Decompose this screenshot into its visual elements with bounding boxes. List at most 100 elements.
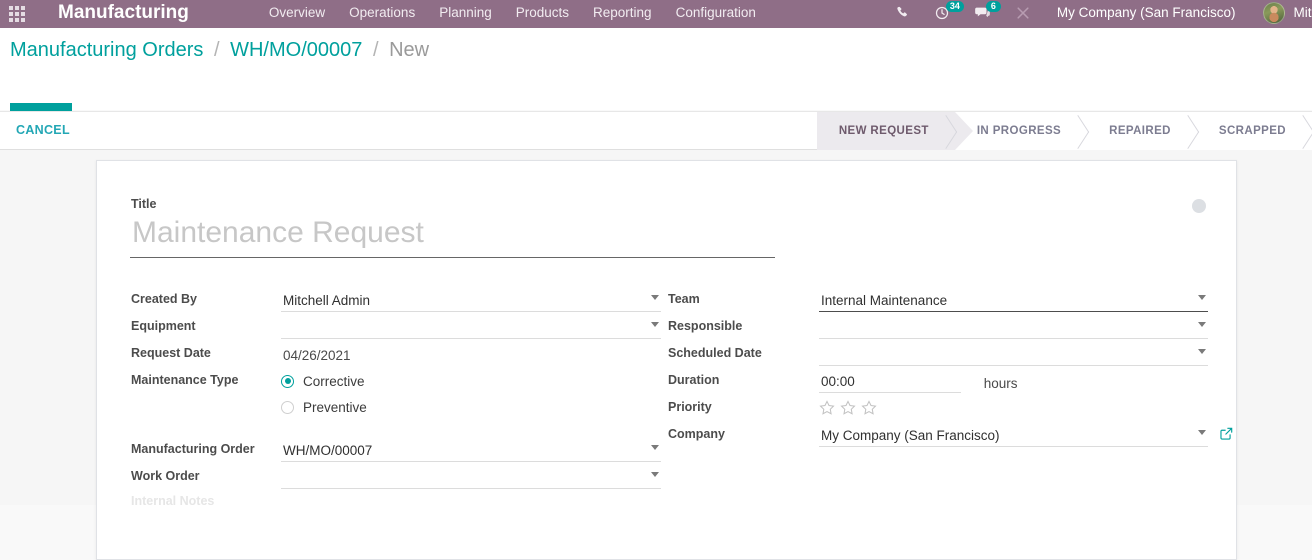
wrench-tools-icon[interactable]: [1016, 6, 1030, 20]
priority-label: Priority: [668, 400, 712, 414]
cancel-button[interactable]: CANCEL: [16, 123, 70, 137]
request-date-field: 04/26/2021: [281, 341, 661, 366]
star-icon-1[interactable]: [819, 400, 835, 416]
menu-item-products[interactable]: Products: [504, 5, 581, 20]
breadcrumb: Manufacturing Orders / WH/MO/00007 / New: [10, 39, 429, 62]
scheduled-date-label: Scheduled Date: [668, 346, 762, 360]
duration-field: 00:00 hours: [819, 368, 1208, 393]
star-icon-2[interactable]: [840, 400, 856, 416]
field-responsible: Responsible: [668, 314, 1208, 341]
current-user-label[interactable]: Mitchell Admin: [1293, 5, 1312, 20]
created-by-label: Created By: [131, 292, 197, 306]
work-order-label: Work Order: [131, 469, 200, 483]
chevron-down-icon[interactable]: [1198, 295, 1206, 300]
field-company: Company My Company (San Francisco): [668, 422, 1233, 449]
radio-option-corrective[interactable]: Corrective: [281, 368, 661, 394]
stage-new-request[interactable]: NEW REQUEST: [816, 112, 973, 150]
equipment-field[interactable]: [281, 314, 661, 339]
title-label: Title: [131, 197, 157, 211]
message-count-badge: 6: [985, 0, 1001, 12]
field-request-date: Request Date 04/26/2021: [131, 341, 661, 368]
internal-notes-label: Internal Notes: [131, 494, 215, 508]
phone-icon[interactable]: [896, 6, 909, 19]
scheduled-date-field[interactable]: [819, 341, 1208, 366]
field-manufacturing-order: Manufacturing Order WH/MO/00007: [131, 437, 661, 464]
radio-preventive-icon[interactable]: [281, 400, 294, 414]
external-link-icon[interactable]: [1220, 427, 1233, 443]
control-panel: Manufacturing Orders / WH/MO/00007 / New…: [0, 28, 1312, 131]
breadcrumb-separator: /: [372, 39, 379, 61]
field-equipment: Equipment: [131, 314, 661, 341]
maintenance-type-field: Corrective Preventive: [281, 368, 661, 420]
radio-corrective-label: Corrective: [303, 373, 365, 389]
activity-count-badge: 34: [945, 0, 964, 12]
maintenance-type-label: Maintenance Type: [131, 373, 239, 387]
team-value: Internal Maintenance: [819, 291, 1208, 312]
duration-label: Duration: [668, 373, 720, 387]
menu-item-reporting[interactable]: Reporting: [581, 5, 664, 20]
chevron-down-icon[interactable]: [1198, 430, 1206, 435]
field-work-order: Work Order: [131, 464, 661, 491]
breadcrumb-parent[interactable]: WH/MO/00007: [230, 39, 362, 61]
app-brand-title: Manufacturing: [58, 1, 189, 23]
scheduled-date-value: [819, 345, 1208, 366]
team-field[interactable]: Internal Maintenance: [819, 287, 1208, 312]
equipment-label: Equipment: [131, 319, 196, 333]
current-company-label[interactable]: My Company (San Francisco): [1057, 5, 1236, 20]
chevron-down-icon[interactable]: [651, 472, 659, 477]
apps-grid-icon[interactable]: [0, 0, 34, 28]
responsible-value: [819, 318, 1208, 339]
star-icon-3[interactable]: [861, 400, 877, 416]
form-background: Title Created By Mitchell Admin Equipmen…: [0, 150, 1312, 560]
field-duration: Duration 00:00 hours: [668, 368, 1208, 395]
duration-unit-label: hours: [983, 376, 1018, 391]
menu-item-operations[interactable]: Operations: [337, 5, 427, 20]
chevron-down-icon[interactable]: [1198, 349, 1206, 354]
kanban-color-dot-icon[interactable]: [1192, 199, 1206, 213]
stage-scrapped[interactable]: SCRAPPED: [1196, 112, 1312, 150]
breadcrumb-current: New: [389, 39, 430, 61]
stage-in-progress[interactable]: IN PROGRESS: [954, 112, 1088, 150]
radio-option-preventive[interactable]: Preventive: [281, 394, 661, 420]
radio-corrective-icon[interactable]: [281, 374, 294, 388]
navbar-systray: 34 6 My Company (San Francisco) Mitchell…: [883, 0, 1312, 24]
priority-stars: [819, 395, 1208, 416]
radio-preventive-label: Preventive: [303, 399, 367, 415]
breadcrumb-separator: /: [213, 39, 220, 61]
responsible-field[interactable]: [819, 314, 1208, 339]
company-field[interactable]: My Company (San Francisco): [819, 422, 1233, 447]
equipment-value: [281, 318, 661, 339]
clock-activity-icon[interactable]: 34: [935, 0, 964, 20]
chevron-down-icon[interactable]: [651, 322, 659, 327]
title-input[interactable]: [130, 213, 775, 258]
menu-item-planning[interactable]: Planning: [427, 5, 504, 20]
field-team: Team Internal Maintenance: [668, 287, 1208, 314]
stage-repaired[interactable]: REPAIRED: [1087, 112, 1197, 150]
company-value: My Company (San Francisco): [819, 426, 1208, 447]
duration-value[interactable]: 00:00: [819, 372, 961, 393]
chevron-down-icon[interactable]: [651, 295, 659, 300]
menu-item-overview[interactable]: Overview: [257, 5, 337, 20]
created-by-value: Mitchell Admin: [281, 291, 661, 312]
chat-messages-icon[interactable]: 6: [975, 0, 1001, 20]
responsible-label: Responsible: [668, 319, 743, 333]
top-navbar: Manufacturing Overview Operations Planni…: [0, 0, 1312, 28]
manufacturing-order-label: Manufacturing Order: [131, 442, 255, 456]
status-row: CANCEL NEW REQUEST IN PROGRESS REPAIRED …: [0, 111, 1312, 150]
status-bar: NEW REQUEST IN PROGRESS REPAIRED SCRAPPE…: [816, 112, 1312, 150]
request-date-label: Request Date: [131, 346, 211, 360]
menu-item-configuration[interactable]: Configuration: [664, 5, 768, 20]
manufacturing-order-field[interactable]: WH/MO/00007: [281, 437, 661, 462]
manufacturing-order-value: WH/MO/00007: [281, 441, 661, 462]
breadcrumb-root[interactable]: Manufacturing Orders: [10, 39, 203, 61]
form-sheet: Title Created By Mitchell Admin Equipmen…: [96, 160, 1237, 560]
work-order-field[interactable]: [281, 464, 661, 489]
form-column-left: Created By Mitchell Admin Equipment Requ…: [131, 287, 661, 491]
team-label: Team: [668, 292, 700, 306]
chevron-down-icon[interactable]: [651, 445, 659, 450]
chevron-down-icon[interactable]: [1198, 322, 1206, 327]
created-by-field[interactable]: Mitchell Admin: [281, 287, 661, 312]
user-avatar[interactable]: [1263, 1, 1286, 24]
field-priority: Priority: [668, 395, 1208, 422]
field-scheduled-date: Scheduled Date: [668, 341, 1208, 368]
